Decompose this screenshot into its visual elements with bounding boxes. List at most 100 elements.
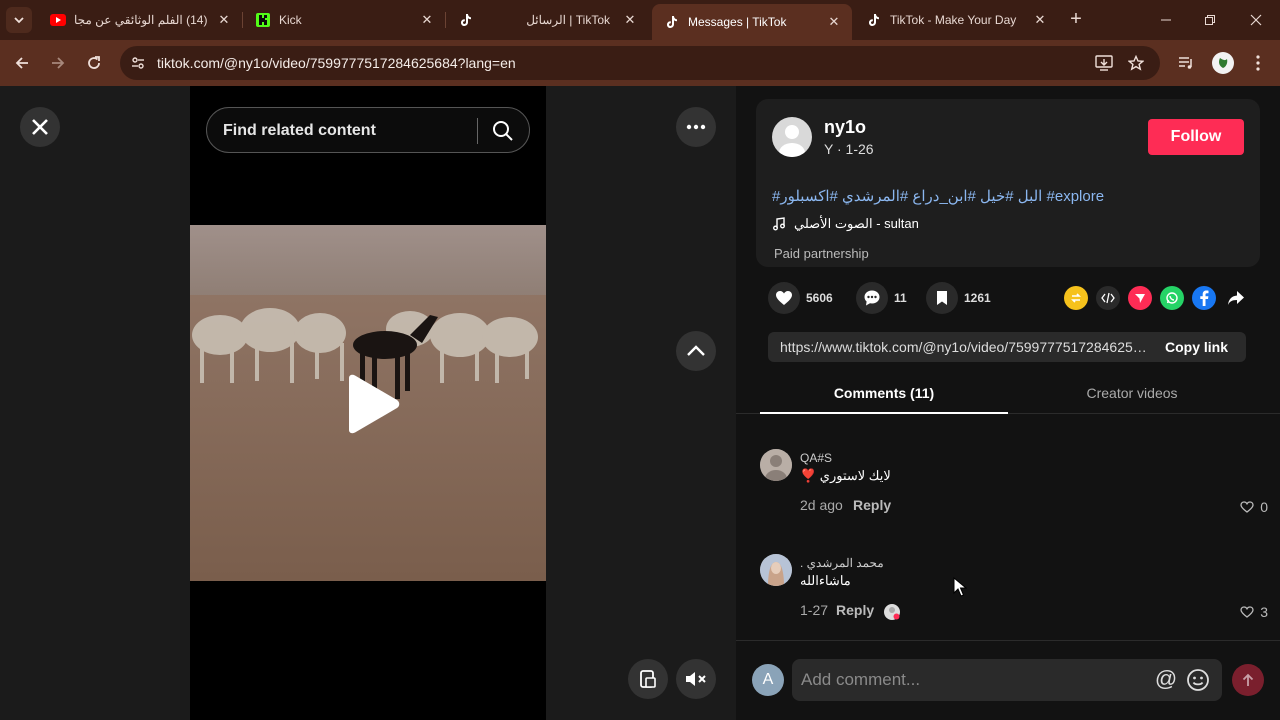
picture-in-picture-button[interactable] [628,659,668,699]
tiktok-icon [664,14,680,30]
comment-input[interactable]: Add comment... @ [792,659,1222,701]
site-settings-icon[interactable] [128,53,148,73]
minimize-icon[interactable] [1156,10,1176,30]
browser-tab-kick[interactable]: Kick ✕ [243,0,445,40]
close-window-icon[interactable] [1246,10,1266,30]
search-icon[interactable] [491,119,515,143]
panel-tabs: Comments (11) Creator videos [736,376,1280,414]
post-info-card: ny1o Y · 1-26 Follow #البل #خيل #ابن_درا… [756,99,1260,267]
author-meta: Y · 1-26 [824,141,874,157]
close-tab-icon[interactable]: ✕ [622,12,638,28]
youtube-icon [50,12,66,28]
comment-date: 1-27 [800,602,829,618]
profile-avatar[interactable] [1212,52,1234,74]
share-arrow-icon[interactable] [1224,286,1248,310]
facebook-icon[interactable] [1192,286,1216,310]
comment-placeholder: Add comment... [801,670,921,689]
tab-title: (14) الفلم الوثائقي عن مجا [74,13,208,27]
music-link[interactable]: الصوت الأصلي - sultan [772,216,919,232]
more-options-button[interactable] [676,107,716,147]
commenter-avatar[interactable] [760,449,792,481]
copy-link-button[interactable]: Copy link [1165,339,1228,355]
comment-text: ماشاءالله [800,573,851,588]
reload-button[interactable] [82,51,106,75]
comment-like-button[interactable]: 3 [1240,604,1268,620]
play-icon[interactable] [343,374,403,434]
save-count: 1261 [964,291,991,305]
repost-icon[interactable] [1064,286,1088,310]
browser-tab-messages-tiktok[interactable]: Messages | TikTok ✕ [652,4,852,40]
comment-item: محمد المرشدي . ماشاءالله 1-27 Reply 3 [760,554,1268,626]
author-avatar[interactable] [772,117,812,157]
tab-creator-videos[interactable]: Creator videos [1008,385,1256,401]
tab-comments[interactable]: Comments (11) [760,385,1008,401]
comment-button[interactable]: 11 [856,282,907,314]
arrow-left-icon [15,57,28,69]
commenter-avatar[interactable] [760,554,792,586]
browser-menu-button[interactable] [1246,51,1270,75]
mention-icon[interactable]: @ [1154,668,1178,692]
comment-composer: A Add comment... @ [736,640,1280,720]
tab-search-button[interactable] [6,7,32,33]
reply-button[interactable]: Reply [853,497,891,513]
save-button[interactable]: 1261 [926,282,991,314]
arrow-right-icon [52,57,65,69]
playlist-icon [1179,57,1192,69]
mute-button[interactable] [676,659,716,699]
active-tab-indicator [760,412,1008,414]
send-to-friends-icon[interactable] [1128,286,1152,310]
commenter-username[interactable]: محمد المرشدي . [800,556,884,570]
reload-icon [88,56,100,69]
search-placeholder: Find related content [223,122,376,139]
like-button[interactable]: 5606 [768,282,833,314]
share-link-url[interactable]: https://www.tiktok.com/@ny1o/video/75997… [780,339,1152,355]
leaf-icon [1219,58,1228,68]
chevron-down-icon [14,17,24,24]
forward-button[interactable] [46,51,70,75]
browser-tab-tiktok-messages-ar[interactable]: TikTok | الرسائل ✕ [446,0,648,40]
url-text[interactable]: tiktok.com/@ny1o/video/75997775172846256… [157,55,516,71]
whatsapp-icon[interactable] [1160,286,1184,310]
follow-button[interactable]: Follow [1148,119,1244,155]
comment-item: QA#S لايك لاستوري ❣️ 2d ago Reply 0 [760,449,1268,519]
tab-title: TikTok | الرسائل [526,13,610,27]
new-tab-button[interactable]: + [1066,9,1086,30]
browser-tabstrip: (14) الفلم الوثائقي عن مجا ✕ Kick ✕ TikT… [0,0,1280,40]
related-search-input[interactable]: Find related content [206,107,530,153]
heart-outline-icon [1240,606,1254,618]
browser-tab-tiktok-home[interactable]: TikTok - Make Your Day ✕ [854,0,1058,40]
floating-player-icon [640,670,656,688]
browser-tab-youtube[interactable]: (14) الفلم الوثائقي عن مجا ✕ [38,0,242,40]
comment-like-button[interactable]: 0 [1240,499,1268,515]
media-controls-button[interactable] [1174,51,1198,75]
close-tab-icon[interactable]: ✕ [1032,12,1048,28]
embed-code-icon[interactable] [1096,286,1120,310]
previous-video-button[interactable] [676,331,716,371]
close-tab-icon[interactable]: ✕ [826,14,842,30]
back-button[interactable] [10,51,34,75]
restore-icon[interactable] [1200,10,1220,30]
install-app-icon[interactable] [1094,53,1114,73]
heart-icon [768,282,800,314]
commenter-username[interactable]: QA#S [800,451,832,465]
close-tab-icon[interactable]: ✕ [419,12,435,28]
close-tab-icon[interactable]: ✕ [216,12,232,28]
close-player-button[interactable] [20,107,60,147]
post-comment-button[interactable] [1232,664,1264,696]
creator-liked-avatar [884,604,900,620]
comment-text: لايك لاستوري ❣️ [800,468,891,483]
bookmark-star-icon[interactable] [1126,53,1146,73]
tiktok-video-page: Find related content ny1o Y · 1-26 Follo… [0,86,1280,720]
video-player-area: Find related content [0,86,736,720]
chevron-up-icon [687,345,705,356]
comment-count: 11 [894,291,907,305]
kick-icon [255,12,271,28]
comment-like-count: 3 [1260,604,1268,620]
author-username[interactable]: ny1o [824,117,866,138]
emoji-icon[interactable] [1186,668,1210,692]
address-bar[interactable]: tiktok.com/@ny1o/video/75997775172846256… [120,46,1160,80]
current-user-avatar[interactable]: A [752,664,784,696]
arrow-up-icon [1242,673,1254,686]
reply-button[interactable]: Reply [836,602,874,618]
post-caption[interactable]: #البل #خيل #ابن_دراع #المرشدي #اكسبلور #… [772,187,1104,205]
